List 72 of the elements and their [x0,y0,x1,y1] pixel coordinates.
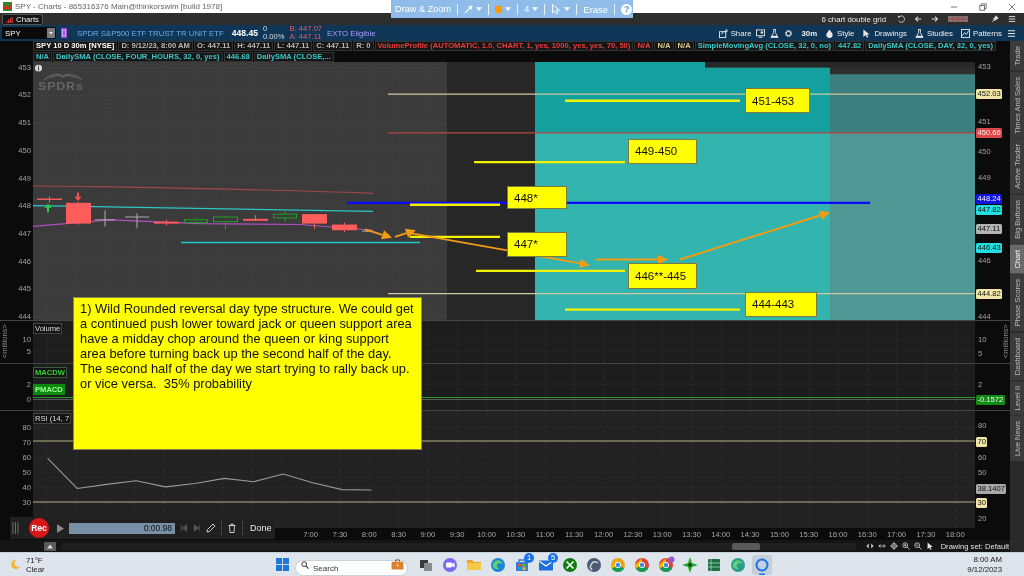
skip-back-icon[interactable] [180,524,188,532]
share-icon [718,28,728,38]
restore-icon[interactable] [979,2,987,11]
start-icon[interactable] [276,558,289,571]
flask-icon [914,28,924,38]
zoom-in-icon[interactable] [901,542,910,550]
window-title: SPY - Charts - 865316376 Main@thinkorswim [build 1978] [15,2,223,11]
down-arrow-icon [74,192,82,201]
last-price: 448.45 [231,28,259,38]
level-label[interactable]: 446**-445 [628,263,697,289]
left-right-arrows-icon[interactable] [865,542,874,550]
settings-icon[interactable] [784,28,794,38]
level-label[interactable]: 447* [507,232,567,257]
scrollbar-thumb[interactable] [732,542,760,550]
search-field[interactable]: Search [295,560,408,576]
dropdown-icon[interactable] [47,28,55,38]
play-icon[interactable] [57,523,64,533]
zigzag-chart-icon [960,28,970,38]
candlestick [66,201,91,226]
pin-icon[interactable] [991,15,999,23]
back-arrow-icon[interactable] [914,15,922,23]
level-label[interactable]: 449-450 [628,138,697,165]
candlestick [362,229,372,233]
candlestick [95,209,115,227]
resize-icon[interactable] [877,542,886,550]
horizontal-scrollbar[interactable] [62,542,856,550]
record-button[interactable]: Rec [29,518,49,538]
search-icon [301,560,309,569]
support-line[interactable] [410,235,500,239]
annotation-note[interactable]: 1) Wild Rounded reversal day type structure. We could get a continued push lower toward jack or queen support area have a midday chop around the queen or king support area before turning back up the second half of the day. The second half of the day we start trying to rally back up. or vice versa. 35% probability [73,297,422,450]
up-arrow-icon [44,203,52,213]
menu-icon[interactable] [1007,28,1016,38]
trend-arrow[interactable] [394,228,416,238]
done-button[interactable]: Done [248,523,274,533]
close-icon[interactable] [1008,2,1016,11]
triangle-up-icon[interactable] [44,541,56,551]
cursor-icon[interactable] [925,542,934,550]
crosshair-icon[interactable] [889,542,898,550]
info-icon[interactable] [35,64,42,72]
menu-icon[interactable] [1008,15,1016,23]
level-label[interactable]: 444-443 [745,291,817,318]
pencil-icon[interactable] [206,523,216,533]
level-label[interactable]: 451-453 [745,88,810,113]
candlestick [302,213,327,230]
candlestick [243,214,268,222]
skip-forward-icon[interactable] [193,524,201,532]
briefcase-icon [391,559,404,570]
support-line[interactable] [474,160,625,164]
monitor-icon[interactable] [756,28,766,38]
candlestick [213,215,238,230]
candlestick [154,219,179,226]
support-line[interactable] [476,269,625,273]
level-label[interactable]: 448* [507,185,567,210]
candlestick [273,210,297,223]
flask-icon[interactable] [770,28,780,38]
undo-icon[interactable] [897,15,905,23]
zoom-out-icon[interactable] [913,542,922,550]
playback-time-field[interactable]: 0:00.98 [69,522,175,534]
candlestick [332,222,357,233]
link-group-icon[interactable] [61,28,67,38]
color-swatch-icon[interactable] [495,5,503,13]
bar-chart-logo-icon [3,2,12,11]
trash-icon[interactable] [227,523,237,533]
caret-icon [532,7,539,11]
forward-arrow-icon[interactable] [931,15,939,23]
candlestick [184,217,208,226]
candlestick [37,195,62,204]
ring-icon[interactable] [752,554,772,575]
browser-icon[interactable] [656,554,676,575]
drop-icon [825,28,835,38]
grip-icon[interactable] [12,521,20,535]
bar-chart-icon [6,15,13,23]
